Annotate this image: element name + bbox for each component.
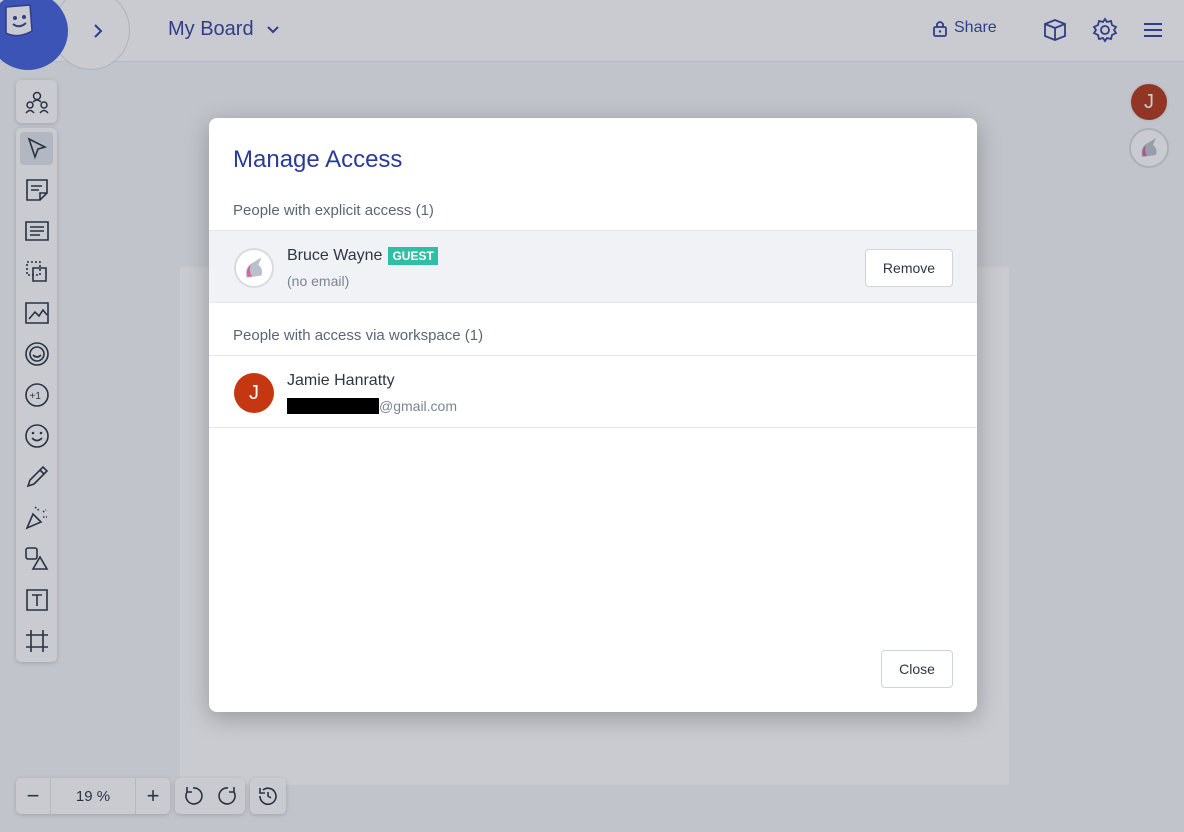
dialog-title: Manage Access (233, 146, 403, 173)
close-button[interactable]: Close (881, 650, 953, 688)
explicit-access-heading: People with explicit access (1) (233, 202, 434, 219)
redacted-email-prefix (287, 398, 379, 414)
workspace-access-heading: People with access via workspace (1) (233, 327, 484, 344)
manage-access-dialog: Manage Access People with explicit acces… (209, 118, 977, 712)
email-domain: @gmail.com (379, 398, 458, 414)
user-email: (no email) (287, 273, 350, 289)
remove-button[interactable]: Remove (865, 249, 953, 287)
user-name: Jamie Hanratty (287, 372, 395, 389)
user-avatar (234, 248, 274, 288)
explicit-access-row: Bruce Wayne GUEST (no email) Remove (209, 230, 977, 303)
guest-badge: GUEST (388, 247, 438, 265)
user-name-line: Bruce Wayne GUEST (287, 247, 438, 265)
user-name-line: Jamie Hanratty (287, 372, 395, 390)
unicorn-icon (246, 257, 263, 278)
workspace-access-row: J Jamie Hanratty @gmail.com (209, 355, 977, 428)
user-name: Bruce Wayne (287, 247, 383, 264)
user-avatar: J (234, 373, 274, 413)
user-email: @gmail.com (287, 398, 457, 414)
